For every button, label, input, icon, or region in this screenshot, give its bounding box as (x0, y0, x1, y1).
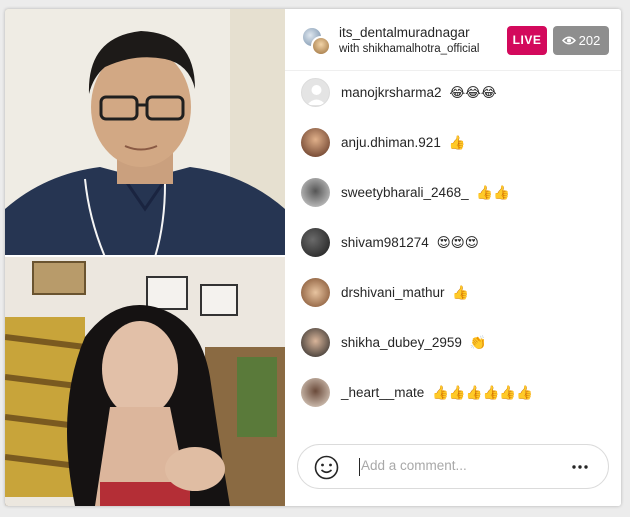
host-avatars[interactable] (301, 26, 331, 56)
guest-with-text[interactable]: with shikhamalhotra_official (339, 43, 479, 55)
comment-username[interactable]: anju.dhiman.921 (341, 135, 441, 150)
guest-video-image (5, 257, 285, 506)
host-video-image (5, 9, 285, 257)
comment-avatar[interactable] (301, 228, 330, 257)
comment-emoji: 👍👍 (476, 185, 510, 200)
host-username[interactable]: its_dentalmuradnagar (339, 25, 470, 40)
comment-input[interactable]: Add a comment... (361, 458, 467, 473)
comment-emoji: 😍😍😍 (436, 235, 479, 250)
video-area (5, 9, 285, 506)
comment-item: _heart__mate 👍👍👍👍👍👍 (285, 373, 621, 423)
comment-item: shivam981274 😍😍😍 (285, 223, 621, 273)
comment-username[interactable]: _heart__mate (341, 385, 424, 400)
comment-emoji: 😂😂😂 (449, 85, 497, 100)
smiley-icon[interactable] (314, 455, 339, 480)
comment-item: sweetybharali_2468_ 👍👍 (285, 173, 621, 223)
comment-item: shikha_dubey_2959 👏 (285, 323, 621, 373)
comment-username[interactable]: shikha_dubey_2959 (341, 335, 462, 350)
comment-username[interactable]: sweetybharali_2468_ (341, 185, 469, 200)
comment-username[interactable]: shivam981274 (341, 235, 429, 250)
comment-avatar[interactable] (301, 378, 330, 407)
viewer-count: 202 (578, 33, 601, 48)
comment-avatar[interactable] (301, 78, 330, 107)
comment-emoji: 👍 (452, 285, 470, 300)
host-video (5, 9, 285, 257)
comment-username[interactable]: drshivani_mathur (341, 285, 445, 300)
live-chat-panel: its_dentalmuradnagar with shikhamalhotra… (285, 9, 621, 506)
text-cursor (359, 458, 360, 476)
comment-avatar[interactable] (301, 128, 330, 157)
comment-avatar[interactable] (301, 178, 330, 207)
comment-username[interactable]: manojkrsharma2 (341, 85, 442, 100)
live-badge: LIVE (507, 26, 547, 55)
comment-emoji: 👍👍👍👍👍👍 (432, 385, 533, 400)
comment-item: drshivani_mathur 👍 (285, 273, 621, 323)
guest-avatar (311, 36, 331, 56)
comment-item: manojkrsharma2 😂😂😂 (285, 73, 621, 123)
more-options-icon[interactable] (568, 455, 592, 479)
comment-list: manojkrsharma2 😂😂😂 anju.dhiman.921 👍 swe… (285, 73, 621, 423)
viewer-count-badge[interactable]: 202 (553, 26, 609, 55)
live-stream-window: its_dentalmuradnagar with shikhamalhotra… (5, 9, 621, 506)
comment-emoji: 👍 (448, 135, 466, 150)
comment-emoji: 👏 (469, 335, 487, 350)
comment-input-bar[interactable]: Add a comment... (297, 444, 609, 489)
live-header: its_dentalmuradnagar with shikhamalhotra… (285, 9, 621, 71)
comment-avatar[interactable] (301, 278, 330, 307)
comment-item: anju.dhiman.921 👍 (285, 123, 621, 173)
eye-icon (561, 27, 576, 56)
comment-avatar[interactable] (301, 328, 330, 357)
guest-video (5, 257, 285, 506)
